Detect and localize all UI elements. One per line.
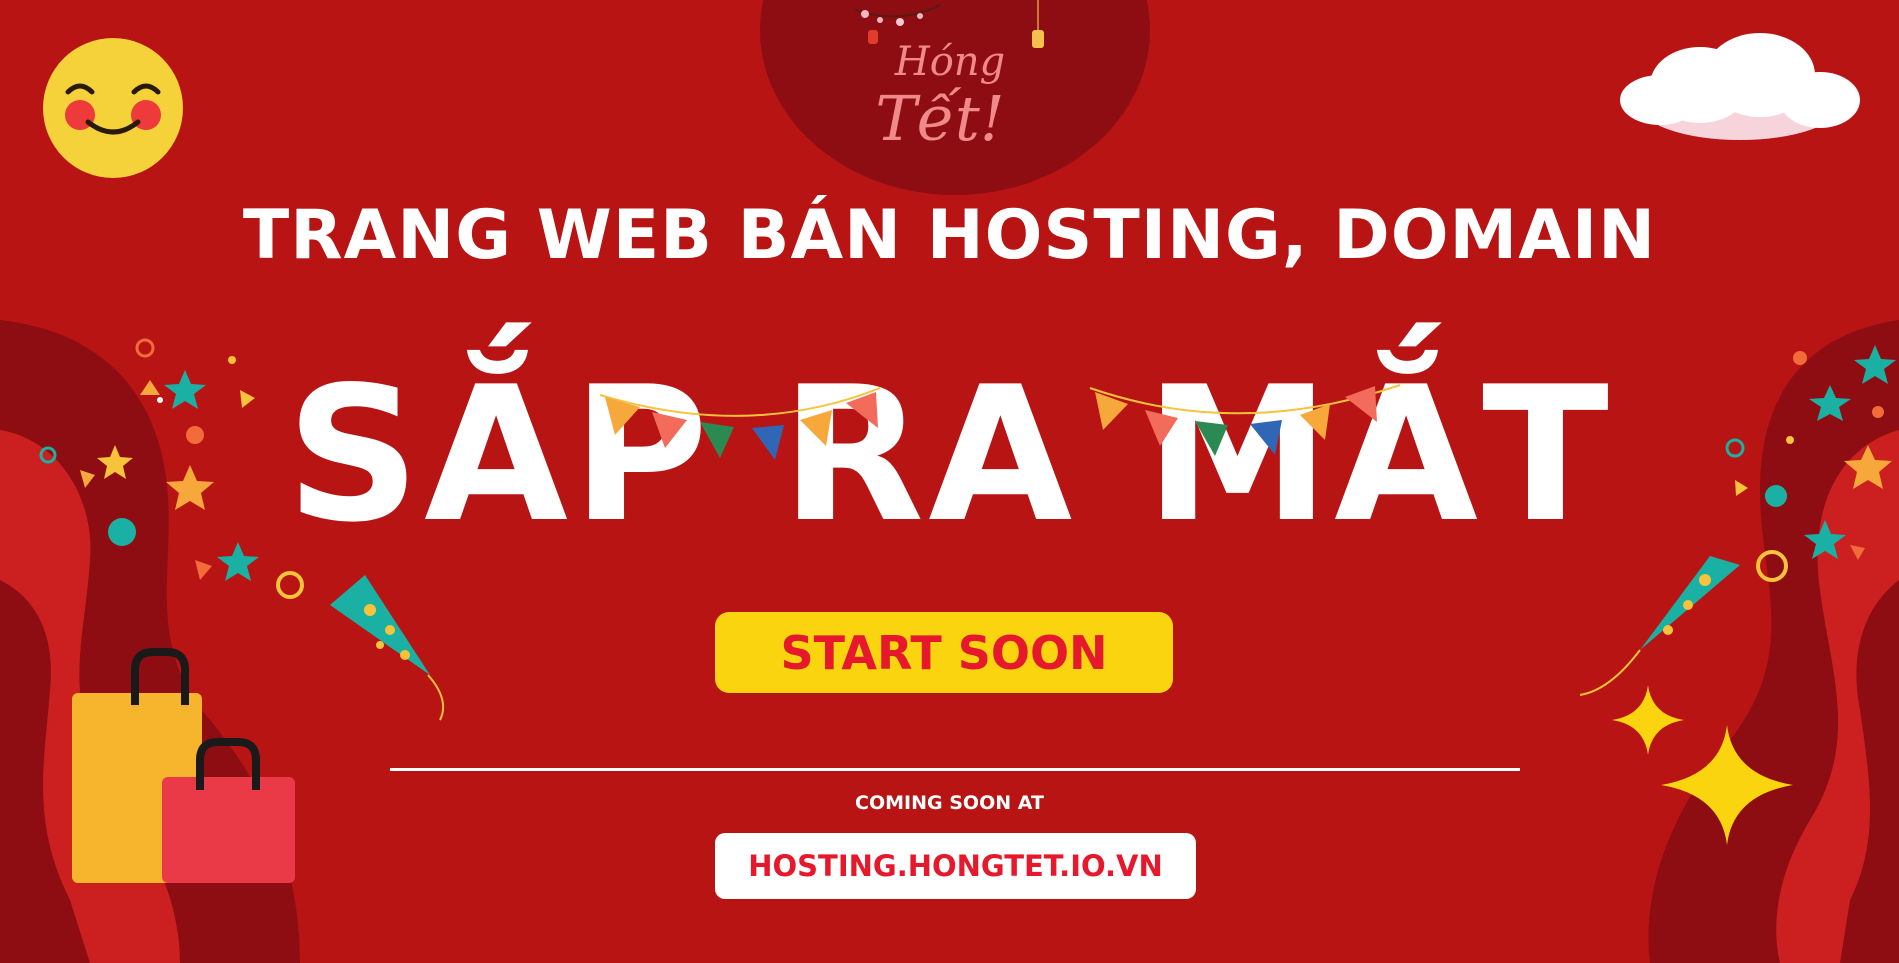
banner: Hóng Tết! TRANG WEB BÁN HOSTING, DOMAIN … <box>0 0 1899 963</box>
coming-soon-label: COMING SOON AT <box>855 792 1044 814</box>
start-soon-button[interactable]: START SOON <box>715 612 1173 693</box>
bunting-flags-icon <box>599 384 1401 460</box>
divider-line <box>390 768 1520 771</box>
website-url-link[interactable]: HOSTING.HONGTET.IO.VN <box>715 833 1196 899</box>
